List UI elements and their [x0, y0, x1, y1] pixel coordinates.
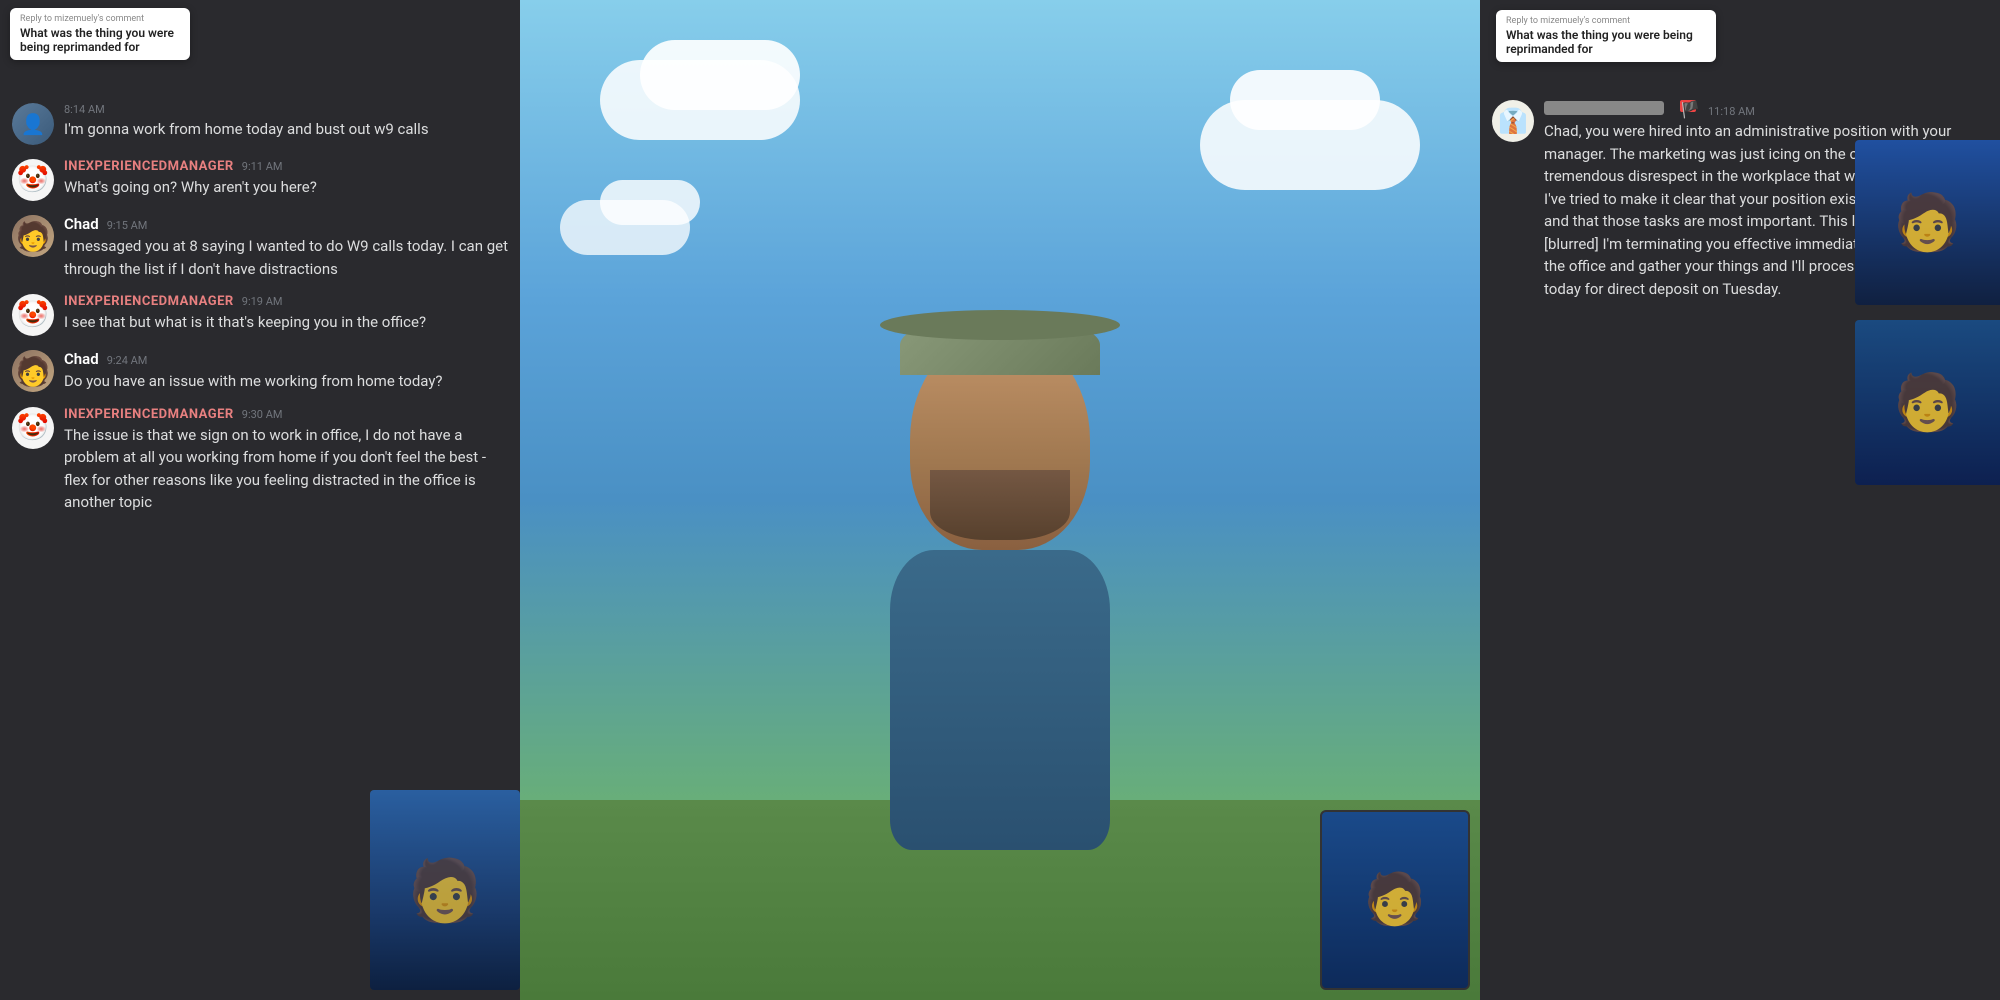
sender-name: INEXPERIENCEDMANAGER: [64, 159, 234, 174]
right-panel-header: Reply to mizemuely's comment What was th…: [1480, 0, 2000, 90]
right-chat-panel: Reply to mizemuely's comment What was th…: [1480, 0, 2000, 1000]
cloud: [640, 40, 800, 110]
cloud: [1230, 70, 1380, 130]
person-silhouette: [890, 330, 1110, 850]
message-content: Chad 9:24 AM Do you have an issue with m…: [64, 350, 508, 393]
flag-icon: 🏴: [1680, 100, 1696, 112]
small-video-overlay: 🧑: [1320, 810, 1470, 990]
left-chat-panel: Reply to mizemuely's comment What was th…: [0, 0, 520, 1000]
center-video-panel: 🧑: [520, 0, 1480, 1000]
timestamp: 8:14 AM: [64, 103, 105, 116]
cap-brim: [880, 310, 1120, 340]
message-text: Do you have an issue with me working fro…: [64, 370, 508, 393]
message-group: 🧑 Chad 9:15 AM I messaged you at 8 sayin…: [12, 215, 508, 280]
message-content: INEXPERIENCEDMANAGER 9:11 AM What's goin…: [64, 159, 508, 199]
message-header: 🏴 11:18 AM: [1544, 100, 1988, 118]
small-video-right-top: 🧑: [1855, 140, 2000, 305]
avatar: 🤡: [12, 159, 54, 201]
sender-name-chad: Chad: [64, 215, 99, 233]
avatar: 🤡: [12, 294, 54, 336]
sender-name: INEXPERIENCEDMANAGER: [64, 407, 234, 422]
message-group: 🤡 INEXPERIENCEDMANAGER 9:19 AM I see tha…: [12, 294, 508, 336]
avatar: 🤡: [12, 407, 54, 449]
message-header: INEXPERIENCEDMANAGER 9:19 AM: [64, 294, 508, 309]
message-header: 8:14 AM: [64, 103, 508, 116]
message-group: 🤡 INEXPERIENCEDMANAGER 9:11 AM What's go…: [12, 159, 508, 201]
sender-name-chad: Chad: [64, 350, 99, 368]
avatar: 🧑: [12, 350, 54, 392]
video-overlay-left: 🧑: [370, 790, 520, 990]
timestamp: 11:18 AM: [1708, 105, 1755, 118]
message-content: Chad 9:15 AM I messaged you at 8 saying …: [64, 215, 508, 280]
timestamp: 9:24 AM: [107, 354, 148, 367]
timestamp: 9:19 AM: [242, 295, 283, 308]
message-header: INEXPERIENCEDMANAGER 9:30 AM: [64, 407, 508, 422]
avatar-manager-right: 👔: [1492, 100, 1534, 142]
timestamp: 9:15 AM: [107, 219, 148, 232]
sender-name: INEXPERIENCEDMANAGER: [64, 294, 234, 309]
reply-quote-left: Reply to mizemuely's comment What was th…: [10, 8, 190, 60]
message-text: The issue is that we sign on to work in …: [64, 424, 508, 514]
timestamp: 9:30 AM: [242, 408, 283, 421]
message-group: 🧑 Chad 9:24 AM Do you have an issue with…: [12, 350, 508, 393]
timestamp: 9:11 AM: [242, 160, 283, 173]
message-header: Chad 9:24 AM: [64, 350, 508, 368]
message-group: 👤 8:14 AM I'm gonna work from home today…: [12, 103, 508, 145]
small-video-right-bottom: 🧑: [1855, 320, 2000, 485]
message-header: INEXPERIENCEDMANAGER 9:11 AM: [64, 159, 508, 174]
message-text: I messaged you at 8 saying I wanted to d…: [64, 235, 508, 280]
message-text: What's going on? Why aren't you here?: [64, 176, 508, 199]
message-content: 8:14 AM I'm gonna work from home today a…: [64, 103, 508, 141]
blurred-name: [1544, 101, 1664, 115]
message-text: I'm gonna work from home today and bust …: [64, 118, 508, 141]
reply-quote-right: Reply to mizemuely's comment What was th…: [1496, 10, 1716, 62]
message-content: INEXPERIENCEDMANAGER 9:19 AM I see that …: [64, 294, 508, 334]
beard: [930, 470, 1070, 540]
message-group: 🤡 INEXPERIENCEDMANAGER 9:30 AM The issue…: [12, 407, 508, 514]
avatar: 🧑: [12, 215, 54, 257]
cloud: [600, 180, 700, 225]
shirt: [890, 550, 1110, 850]
avatar: 👤: [12, 103, 54, 145]
message-content: INEXPERIENCEDMANAGER 9:30 AM The issue i…: [64, 407, 508, 514]
message-text: I see that but what is it that's keeping…: [64, 311, 508, 334]
message-header: Chad 9:15 AM: [64, 215, 508, 233]
